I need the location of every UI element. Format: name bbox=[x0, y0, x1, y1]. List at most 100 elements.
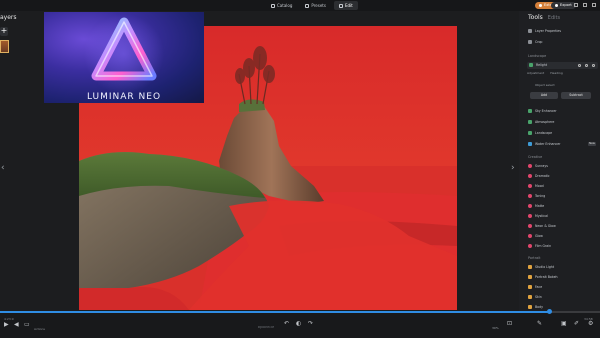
top-bar: Catalog Presets Edit Extras Export bbox=[0, 0, 600, 11]
tool-sky-enhancer[interactable]: Sky Enhancer bbox=[528, 108, 557, 114]
tool-toning[interactable]: Toning bbox=[528, 193, 545, 199]
tool-water-enhancer[interactable]: Water Enhancer bbox=[528, 141, 561, 147]
tab-catalog[interactable]: Catalog bbox=[266, 1, 297, 10]
zoom-level[interactable]: 30% bbox=[492, 326, 499, 330]
reset-icon[interactable] bbox=[585, 64, 588, 67]
tab-edits[interactable]: Edits bbox=[548, 15, 560, 21]
caption-icon[interactable]: ▭ bbox=[24, 321, 30, 328]
skin-icon bbox=[528, 295, 532, 299]
body-icon bbox=[528, 305, 532, 309]
matte-icon bbox=[528, 204, 532, 208]
tool-label: Water Enhancer bbox=[535, 142, 561, 146]
tool-sunrays[interactable]: Sunrays bbox=[528, 163, 548, 169]
extras-icon bbox=[539, 4, 542, 7]
timeline-scrubber[interactable] bbox=[547, 309, 552, 314]
tool-label: Studio Light bbox=[535, 265, 555, 269]
close-icon[interactable] bbox=[592, 3, 596, 7]
edit-icon bbox=[338, 3, 343, 8]
tab-edit[interactable]: Edit bbox=[333, 1, 358, 10]
layout-icon[interactable]: ▣ bbox=[561, 320, 567, 327]
settings-icon[interactable]: ⚙ bbox=[588, 320, 593, 327]
tool-skin[interactable]: Skin bbox=[528, 294, 542, 300]
play-icon[interactable]: ▶ bbox=[4, 321, 9, 328]
tool-atmosphere[interactable]: Atmosphere bbox=[528, 119, 554, 125]
volume-icon[interactable]: ◀ bbox=[14, 321, 19, 328]
minimize-icon[interactable] bbox=[574, 3, 578, 7]
logo-wordmark: LUMINAR NEO bbox=[86, 92, 162, 102]
more-icon[interactable] bbox=[592, 64, 595, 67]
tool-label: Landscape bbox=[535, 131, 553, 135]
visibility-icon[interactable] bbox=[578, 64, 581, 67]
adjustment-row[interactable]: Adjustment Heading bbox=[527, 71, 563, 75]
undo-icon[interactable]: ↶ bbox=[284, 320, 289, 327]
tool-label: Layer Properties bbox=[535, 29, 562, 33]
dramatic-icon bbox=[528, 174, 532, 178]
export-label: Export bbox=[560, 3, 572, 7]
tool-mood[interactable]: Mood bbox=[528, 183, 544, 189]
tool-label: Crop bbox=[535, 40, 543, 44]
tool-layer-properties[interactable]: Layer Properties bbox=[528, 28, 561, 34]
tool-label: Toning bbox=[535, 194, 546, 198]
previous-image-icon[interactable]: ‹ bbox=[1, 163, 5, 173]
tool-label: Sunrays bbox=[535, 164, 548, 168]
tool-crop[interactable]: Crop bbox=[528, 39, 542, 45]
export-button[interactable]: Export bbox=[551, 2, 576, 9]
tool-label: Dramatic bbox=[535, 174, 550, 178]
tool-label: Face bbox=[535, 285, 543, 289]
tool-glow[interactable]: Glow bbox=[528, 233, 543, 239]
add-mask-button[interactable]: Add bbox=[530, 92, 558, 99]
compare-icon[interactable]: ◐ bbox=[296, 320, 301, 327]
brush-icon[interactable]: ✎ bbox=[537, 320, 542, 327]
tool-studio-light[interactable]: Studio Light bbox=[528, 264, 554, 270]
tab-presets[interactable]: Presets bbox=[300, 1, 331, 10]
tool-label: Mystical bbox=[535, 214, 549, 218]
maximize-icon[interactable] bbox=[583, 3, 587, 7]
tool-portrait-bokeh[interactable]: Portrait Bokeh bbox=[528, 274, 558, 280]
layer-properties-icon bbox=[528, 29, 532, 33]
tool-label: Glow bbox=[535, 234, 543, 238]
tab-edit-label: Edit bbox=[344, 3, 353, 8]
add-layer-button[interactable]: + bbox=[0, 27, 8, 36]
subtract-mask-button[interactable]: Subtract bbox=[561, 92, 591, 99]
portrait-bokeh-icon bbox=[528, 275, 532, 279]
tool-face[interactable]: Face bbox=[528, 284, 542, 290]
next-image-icon[interactable]: › bbox=[511, 163, 515, 173]
tool-body[interactable]: Body bbox=[528, 304, 543, 310]
film-grain-icon bbox=[528, 244, 532, 248]
tool-landscape[interactable]: Landscape bbox=[528, 130, 552, 136]
landscape-icon bbox=[528, 131, 532, 135]
tool-label: Film Grain bbox=[535, 244, 552, 248]
luminar-neo-app: Catalog Presets Edit Extras Export ayers… bbox=[0, 0, 600, 338]
redo-icon[interactable]: ↷ bbox=[308, 320, 313, 327]
video-timeline[interactable] bbox=[0, 311, 600, 313]
file-name: DJI0033.tif bbox=[258, 325, 274, 329]
tool-label: Sky Enhancer bbox=[535, 109, 557, 113]
neon-glow-icon bbox=[528, 224, 532, 228]
tool-matte[interactable]: Matte bbox=[528, 203, 544, 209]
tool-mystical[interactable]: Mystical bbox=[528, 213, 548, 219]
fit-icon[interactable]: ⊡ bbox=[507, 320, 512, 327]
mood-icon bbox=[528, 184, 532, 188]
tool-label: Atmosphere bbox=[535, 120, 555, 124]
tool-relight[interactable]: Relight bbox=[529, 62, 547, 68]
tool-dramatic[interactable]: Dramatic bbox=[528, 173, 550, 179]
timeline-progress bbox=[0, 311, 549, 313]
presets-icon bbox=[305, 3, 310, 8]
water-enhancer-icon bbox=[528, 142, 532, 146]
adjustment-label: Adjustment bbox=[527, 71, 545, 75]
tool-label: Portrait Bokeh bbox=[535, 275, 558, 279]
object-select-dropdown[interactable]: Object select bbox=[535, 83, 555, 87]
atmosphere-icon bbox=[528, 120, 532, 124]
layer-thumbnail[interactable] bbox=[0, 40, 9, 53]
mode-tabs: Catalog Presets Edit bbox=[266, 1, 358, 10]
tab-tools[interactable]: Tools bbox=[528, 14, 543, 21]
layers-title: ayers bbox=[0, 14, 17, 21]
tool-neon-glow[interactable]: Neon & Glow bbox=[528, 223, 556, 229]
pen-icon[interactable]: ✐ bbox=[574, 320, 579, 327]
new-badge: New bbox=[588, 142, 596, 146]
panel-tabs: Tools Edits bbox=[528, 14, 560, 21]
actions-label: Actions bbox=[34, 327, 45, 331]
tool-film-grain[interactable]: Film Grain bbox=[528, 243, 551, 249]
tool-label: Matte bbox=[535, 204, 545, 208]
prism-logo-icon bbox=[84, 14, 164, 94]
